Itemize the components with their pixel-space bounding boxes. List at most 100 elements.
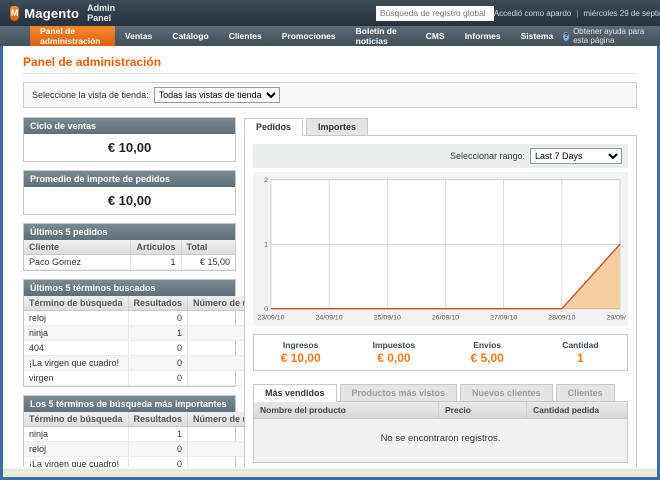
lifetime-sales-title: Ciclo de ventas [24, 118, 235, 134]
last-orders-card: Últimos 5 pedidos Cliente Artículos Tota… [23, 223, 236, 271]
table-row[interactable]: virgen01 [24, 371, 269, 386]
tab-amounts[interactable]: Importes [306, 118, 368, 136]
cell-results: 0 [128, 341, 188, 356]
nav-item-reports[interactable]: Informes [455, 26, 511, 46]
stat-quantity: Cantidad 1 [534, 340, 627, 365]
cell-term: ¡La virgen que cuadro! [24, 356, 128, 371]
bestsellers-panel: Nombre del producto Precio Cantidad pedi… [253, 401, 628, 463]
cell-results: 1 [128, 326, 188, 341]
last-orders-table: Cliente Artículos Total Paco Gomez 1 € 1… [24, 240, 235, 270]
table-row[interactable]: Paco Gomez 1 € 15,00 [24, 255, 235, 270]
col-header: Resultados [128, 412, 188, 427]
table-row[interactable]: ¡La virgen que cuadro!02 [24, 356, 269, 371]
stat-value: € 5,00 [441, 351, 534, 365]
table-row[interactable]: reloj02 [24, 311, 269, 326]
get-help-link[interactable]: ? Obtener ayuda para esta página [563, 26, 660, 46]
range-select[interactable]: Last 7 Days [530, 148, 622, 164]
nav-item-dashboard[interactable]: Panel de administración [30, 26, 115, 46]
tab-orders[interactable]: Pedidos [244, 118, 303, 136]
cell-term: reloj [24, 311, 128, 326]
page-title: Panel de administración [23, 55, 637, 69]
nav-item-promotions[interactable]: Promociones [272, 26, 346, 46]
store-view-select[interactable]: Todas las vistas de tienda [154, 87, 280, 103]
separator: | [576, 9, 578, 18]
average-orders-title: Promedio de importe de pedidos [24, 171, 235, 187]
cell-term: reloj [24, 442, 128, 457]
col-header-qty: Cantidad pedida [527, 402, 627, 418]
chart-x-tick-label: 29/09/10 [606, 314, 626, 321]
chart-x-tick-label: 24/09/10 [316, 314, 343, 321]
table-row[interactable]: reloj02 [24, 442, 269, 457]
table-row[interactable]: 40401 [24, 341, 269, 356]
stat-label: Ingresos [254, 340, 347, 350]
top-header: M Magento Admin Panel Accedió como apard… [0, 0, 660, 26]
empty-records-message: No se encontraron registros. [254, 419, 627, 462]
tab-new-customers[interactable]: Nuevos clientes [460, 384, 553, 402]
average-orders-card: Promedio de importe de pedidos € 10,00 [23, 170, 236, 215]
cell-customer: Paco Gomez [24, 255, 131, 270]
magento-logo: M Magento Admin Panel [10, 3, 121, 23]
cell-term: virgen [24, 371, 128, 386]
chart-x-tick-label: 27/09/10 [490, 314, 517, 321]
grid-tabs: Más vendidos Productos más vistos Nuevos… [253, 383, 628, 401]
nav-item-cms[interactable]: CMS [416, 26, 455, 46]
store-view-switcher: Seleccione la vista de tienda: Todas las… [23, 82, 637, 108]
cell-results: 0 [128, 442, 188, 457]
title-divider [23, 73, 637, 74]
chart-y-tick-label: 0 [264, 306, 268, 313]
table-row[interactable]: ¡La virgen que cuadro!02 [24, 457, 269, 468]
diagram-tabs: Pedidos Importes [244, 117, 637, 135]
stat-label: Cantidad [534, 340, 627, 350]
nav-item-system[interactable]: Sistema [511, 26, 564, 46]
top-search-terms-table: Término de búsqueda Resultados Número de… [24, 412, 269, 467]
cell-results: 0 [128, 311, 188, 326]
cell-term: ninja [24, 427, 128, 442]
global-search-input[interactable] [376, 6, 494, 21]
col-header: Resultados [128, 296, 188, 311]
average-orders-value: € 10,00 [24, 187, 235, 214]
table-row[interactable]: ninja110 [24, 427, 269, 442]
orders-chart-container: 23/09/1024/09/1025/09/1026/09/1027/09/10… [253, 172, 628, 326]
col-header: Término de búsqueda [24, 296, 128, 311]
last-orders-title: Últimos 5 pedidos [24, 224, 235, 240]
orders-chart: 23/09/1024/09/1025/09/1026/09/1027/09/10… [255, 174, 626, 326]
table-row[interactable]: ninja110 [24, 326, 269, 341]
lower-grids: Más vendidos Productos más vistos Nuevos… [253, 383, 628, 463]
totals-bar: Ingresos € 10,00 Impuestos € 0,00 Envíos… [253, 334, 628, 371]
cell-results: 1 [128, 427, 188, 442]
nav-item-catalog[interactable]: Catálogo [162, 26, 218, 46]
stat-label: Envíos [441, 340, 534, 350]
stat-value: 1 [534, 351, 627, 365]
cell-term: 404 [24, 341, 128, 356]
stat-tax: Impuestos € 0,00 [347, 340, 440, 365]
orders-panel: Seleccionar rango: Last 7 Days 23/09/102… [244, 135, 637, 467]
nav-item-newsletter[interactable]: Boletín de noticias [346, 26, 416, 46]
chart-x-tick-label: 26/09/10 [432, 314, 459, 321]
tab-most-viewed[interactable]: Productos más vistos [340, 384, 458, 402]
range-label: Seleccionar rango: [450, 151, 525, 161]
lifetime-sales-value: € 10,00 [24, 134, 235, 161]
top-search-terms-card: Los 5 términos de búsqueda más important… [23, 395, 236, 467]
bestsellers-header-row: Nombre del producto Precio Cantidad pedi… [254, 402, 627, 419]
last-search-terms-title: Últimos 5 términos buscados [24, 280, 235, 296]
stat-shipping: Envíos € 5,00 [441, 340, 534, 365]
cell-items: 1 [131, 255, 181, 270]
nav-item-sales[interactable]: Ventas [115, 26, 162, 46]
col-header-price: Precio [439, 402, 527, 418]
last-search-terms-table: Término de búsqueda Resultados Número de… [24, 296, 269, 386]
chart-x-tick-label: 25/09/10 [374, 314, 401, 321]
stat-label: Impuestos [347, 340, 440, 350]
col-header: Término de búsqueda [24, 412, 128, 427]
page-frame: Panel de administración Seleccione la vi… [0, 46, 660, 480]
magento-logo-icon: M [10, 6, 19, 21]
col-header: Cliente [24, 240, 131, 255]
tab-customers[interactable]: Clientes [556, 384, 615, 402]
tab-bestsellers[interactable]: Más vendidos [253, 384, 337, 402]
cell-term: ¡La virgen que cuadro! [24, 457, 128, 468]
col-header: Total [181, 240, 235, 255]
col-header: Artículos [131, 240, 181, 255]
stat-value: € 0,00 [347, 351, 440, 365]
logged-in-as: Accedió como apardo [494, 9, 571, 18]
nav-item-customers[interactable]: Clientes [219, 26, 272, 46]
top-search-terms-title: Los 5 términos de búsqueda más important… [24, 396, 235, 412]
